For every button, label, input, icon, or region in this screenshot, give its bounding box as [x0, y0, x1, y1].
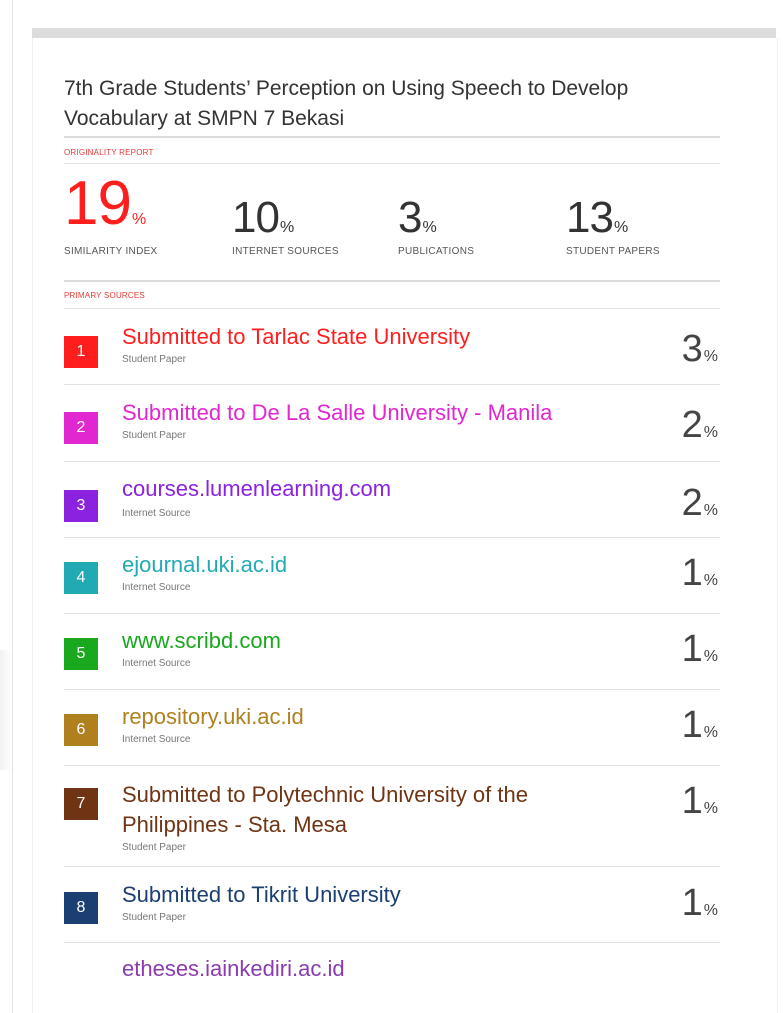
source-row[interactable]: 1 Submitted to Tarlac State University S… [64, 318, 720, 386]
source-type: Student Paper [122, 912, 186, 923]
source-title[interactable]: courses.lumenlearning.com [122, 474, 391, 504]
percent-unit: % [703, 572, 718, 589]
source-title-partial[interactable]: etheses.iainkediri.ac.id [122, 954, 345, 984]
student-papers-value: 13% [566, 190, 628, 246]
row-divider [64, 765, 720, 766]
source-number-badge: 2 [64, 412, 98, 444]
source-percent: 1% [682, 552, 718, 595]
source-title[interactable]: repository.uki.ac.id [122, 702, 304, 732]
student-papers-label: STUDENT PAPERS [566, 246, 660, 257]
percent-unit: % [703, 724, 718, 741]
row-divider [64, 866, 720, 867]
source-type: Internet Source [122, 734, 191, 745]
source-title[interactable]: ejournal.uki.ac.id [122, 550, 287, 580]
source-type: Internet Source [122, 508, 191, 519]
source-number-badge: 6 [64, 714, 98, 746]
percent-unit: % [703, 800, 718, 817]
percent-number: 2 [681, 482, 703, 524]
divider [64, 280, 720, 282]
percent-unit: % [703, 424, 718, 441]
percent-number: 1 [681, 780, 703, 822]
source-type: Internet Source [122, 658, 191, 669]
source-percent: 2% [682, 404, 718, 447]
percent-number: 1 [681, 628, 703, 670]
similarity-index-label: SIMILARITY INDEX [64, 246, 158, 257]
row-divider [64, 461, 720, 462]
similarity-index-value: 19% [64, 173, 147, 235]
source-number-badge: 1 [64, 336, 98, 368]
row-divider [64, 689, 720, 690]
document-title: 7th Grade Students’ Perception on Using … [64, 77, 629, 130]
internet-sources-value: 10% [232, 190, 294, 246]
percent-number: 2 [681, 404, 703, 446]
source-row[interactable]: 8 Submitted to Tikrit University Student… [64, 876, 720, 944]
metric-number: 10 [232, 193, 280, 242]
primary-sources-label: PRIMARY SOURCES [64, 291, 145, 300]
percent-unit: % [703, 502, 718, 519]
source-percent: 3% [682, 328, 718, 371]
source-title[interactable]: Submitted to Tarlac State University [122, 322, 470, 352]
source-number-badge: 3 [64, 490, 98, 522]
source-number-badge: 5 [64, 638, 98, 670]
percent-number: 1 [681, 882, 703, 924]
metric-unit: % [422, 219, 437, 236]
divider [64, 136, 720, 138]
source-number-badge: 7 [64, 788, 98, 820]
row-divider [64, 942, 720, 943]
source-percent: 2% [682, 482, 718, 525]
source-percent: 1% [682, 704, 718, 747]
publications-value: 3% [398, 190, 437, 246]
page-shadow [0, 650, 12, 770]
metric-unit: % [279, 219, 295, 236]
source-title[interactable]: Submitted to Tikrit University [122, 880, 401, 910]
metric-number: 3 [398, 193, 423, 242]
source-type: Student Paper [122, 430, 186, 441]
percent-number: 1 [681, 704, 703, 746]
source-title[interactable]: Submitted to De La Salle University - Ma… [122, 398, 552, 428]
originality-report-label: ORIGINALITY REPORT [64, 148, 154, 157]
percent-unit: % [703, 648, 718, 665]
report-top-bar [32, 28, 776, 38]
divider [64, 163, 720, 164]
source-row[interactable]: 4 ejournal.uki.ac.id Internet Source 1% [64, 548, 720, 616]
metric-number: 19 [64, 169, 132, 238]
source-row[interactable]: etheses.iainkediri.ac.id [64, 954, 720, 994]
row-divider [64, 384, 720, 385]
percent-unit: % [703, 902, 718, 919]
source-type: Student Paper [122, 842, 186, 853]
source-title[interactable]: www.scribd.com [122, 626, 281, 656]
metric-unit: % [613, 219, 629, 236]
source-title[interactable]: Submitted to Polytechnic University of t… [122, 780, 592, 840]
source-row[interactable]: 2 Submitted to De La Salle University - … [64, 394, 720, 462]
page-edge [12, 0, 13, 1013]
percent-unit: % [703, 348, 718, 365]
percent-number: 1 [681, 552, 703, 594]
source-row[interactable]: 6 repository.uki.ac.id Internet Source 1… [64, 700, 720, 768]
publications-label: PUBLICATIONS [398, 246, 475, 257]
metric-number: 13 [566, 193, 614, 242]
source-percent: 1% [682, 780, 718, 823]
source-row[interactable]: 7 Submitted to Polytechnic University of… [64, 776, 720, 866]
percent-number: 3 [681, 328, 703, 370]
row-divider [64, 537, 720, 538]
source-row[interactable]: 5 www.scribd.com Internet Source 1% [64, 624, 720, 692]
source-number-badge: 4 [64, 562, 98, 594]
source-row[interactable]: 3 courses.lumenlearning.com Internet Sou… [64, 472, 720, 540]
source-percent: 1% [682, 882, 718, 925]
source-type: Internet Source [122, 582, 191, 593]
source-type: Student Paper [122, 354, 186, 365]
source-number-badge: 8 [64, 892, 98, 924]
internet-sources-label: INTERNET SOURCES [232, 246, 339, 257]
divider [64, 308, 720, 309]
row-divider [64, 613, 720, 614]
metric-unit: % [131, 211, 147, 228]
source-percent: 1% [682, 628, 718, 671]
